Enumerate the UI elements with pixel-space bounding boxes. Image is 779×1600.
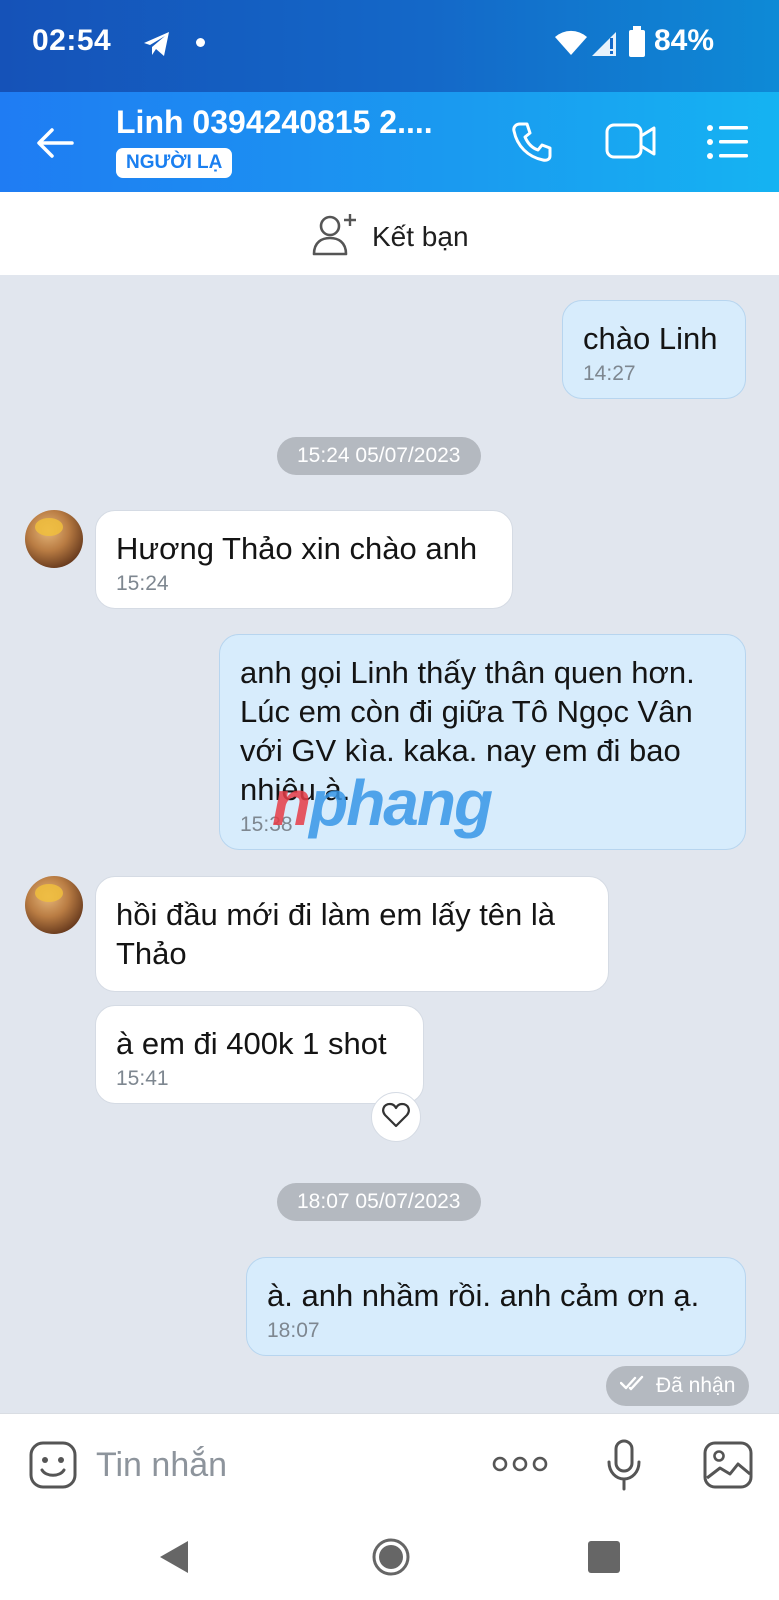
message-input-bar: Tin nhắn (0, 1413, 779, 1513)
message-time: 18:07 (267, 1319, 320, 1342)
contact-name[interactable]: Linh 0394240815 2.... (116, 104, 433, 141)
date-separator: 18:07 05/07/2023 (277, 1183, 481, 1221)
message-bubble-received[interactable]: à em đi 400k 1 shot 15:41 (95, 1005, 424, 1104)
chat-header: Linh 0394240815 2.... NGƯỜI LẠ (0, 92, 779, 192)
message-time: 15:41 (116, 1067, 169, 1090)
double-check-icon (619, 1374, 656, 1398)
message-time: 15:24 (116, 572, 169, 595)
emoji-sticker-icon[interactable] (28, 1440, 78, 1495)
video-call-icon[interactable] (604, 120, 658, 167)
message-bubble-received[interactable]: Hương Thảo xin chào anh 15:24 (95, 510, 513, 609)
message-input[interactable]: Tin nhắn (96, 1446, 227, 1485)
date-separator: 15:24 05/07/2023 (277, 437, 481, 475)
heart-icon (382, 1102, 410, 1133)
message-text: anh gọi Linh thấy thân quen hơn. Lúc em … (240, 655, 695, 807)
avatar[interactable] (25, 510, 83, 568)
telegram-icon (142, 30, 172, 63)
back-arrow-icon[interactable] (32, 120, 78, 166)
microphone-icon[interactable] (606, 1438, 642, 1497)
status-time: 02:54 (32, 24, 112, 57)
message-text: chào Linh (583, 321, 718, 356)
message-bubble-sent[interactable]: à. anh nhầm rồi. anh cảm ơn ạ. 18:07 (246, 1257, 746, 1356)
message-time: 14:27 (583, 362, 636, 385)
battery-icon (628, 26, 646, 63)
status-bar: 02:54 84% (0, 0, 779, 92)
add-friend-icon (312, 212, 360, 261)
message-text: à. anh nhầm rồi. anh cảm ơn ạ. (267, 1278, 700, 1313)
image-gallery-icon[interactable] (702, 1440, 754, 1495)
message-text: à em đi 400k 1 shot (116, 1026, 387, 1061)
message-time: 15:38 (240, 813, 293, 836)
menu-list-icon[interactable] (706, 122, 750, 167)
more-options-icon[interactable] (492, 1454, 548, 1479)
received-status-badge: Đã nhận (606, 1366, 750, 1406)
message-bubble-sent[interactable]: chào Linh 14:27 (562, 300, 746, 399)
system-navigation-bar (0, 1513, 779, 1600)
message-text: Hương Thảo xin chào anh (116, 531, 478, 566)
add-friend-label: Kết bạn (372, 220, 469, 252)
stranger-badge: NGƯỜI LẠ (116, 148, 233, 178)
message-bubble-received[interactable]: hồi đầu mới đi làm em lấy tên là Thảo (95, 876, 609, 992)
wifi-icon (554, 30, 588, 61)
received-status-label: Đã nhận (656, 1374, 736, 1397)
notification-dot-icon (196, 38, 205, 47)
phone-call-icon[interactable] (510, 120, 554, 169)
battery-percent: 84% (654, 24, 715, 57)
nav-back-icon[interactable] (158, 1539, 190, 1580)
nav-home-icon[interactable] (371, 1537, 411, 1582)
nav-recents-icon[interactable] (588, 1541, 620, 1573)
react-heart-button[interactable] (371, 1092, 421, 1142)
add-friend-bar[interactable]: Kết bạn (0, 192, 779, 275)
signal-icon (590, 28, 620, 63)
avatar[interactable] (25, 876, 83, 934)
message-text: hồi đầu mới đi làm em lấy tên là Thảo (116, 897, 556, 971)
message-bubble-sent[interactable]: anh gọi Linh thấy thân quen hơn. Lúc em … (219, 634, 746, 850)
